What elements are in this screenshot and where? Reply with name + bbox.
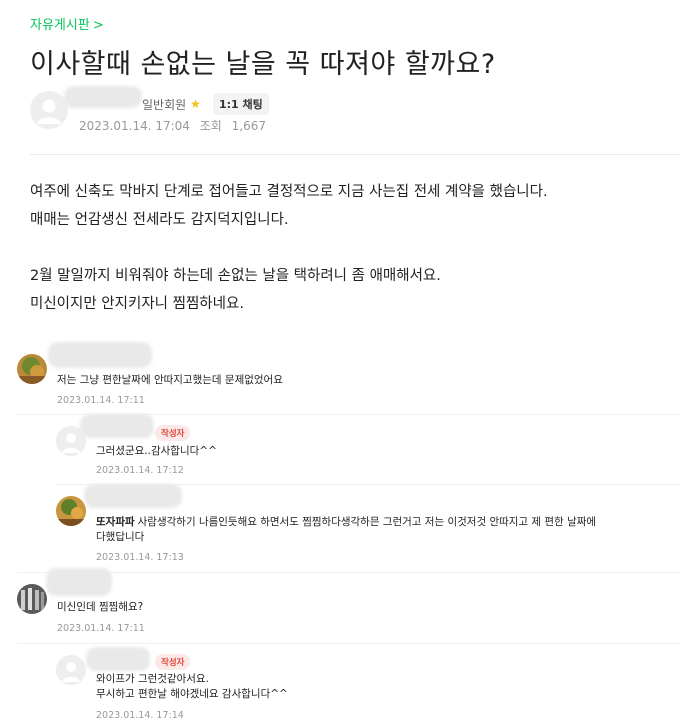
chevron-right-icon: > xyxy=(92,18,104,33)
author-badge: 작성자 xyxy=(155,654,191,670)
comment-date: 2023.01.14. 17:14 xyxy=(96,710,184,721)
body-line: 미신이지만 안지키자니 찜찜하네요. xyxy=(30,296,244,312)
redacted-nickname xyxy=(84,484,182,508)
views-count: 1,667 xyxy=(231,119,267,133)
comment-separator xyxy=(17,572,680,573)
post-body: 여주에 신축도 막바지 단계로 접어들고 결정적으로 지금 사는집 전세 계약을… xyxy=(30,178,548,318)
photo-avatar-icon xyxy=(17,354,47,384)
board-label: 자유게시판 xyxy=(30,18,90,33)
body-blank-line xyxy=(30,234,548,262)
author-grade: 일반회원 xyxy=(142,97,187,112)
header-divider xyxy=(30,154,680,155)
comment-date: 2023.01.14. 17:11 xyxy=(57,395,145,406)
author-row: 일반회원 ★ 1:1 채팅 xyxy=(142,93,269,115)
views-label: 조회 xyxy=(199,119,222,133)
board-link[interactable]: 자유게시판 > xyxy=(30,14,104,33)
photo-avatar-icon xyxy=(17,584,47,614)
commenter-nickname[interactable]: 또자파파 xyxy=(96,516,135,528)
comment-text-line: 다했답니다 xyxy=(96,531,145,543)
commenter-avatar[interactable] xyxy=(17,584,47,614)
comment-text: 와이프가 그런것같아서요. 무시하고 편한날 해야겠네요 감사합니다^^ xyxy=(96,672,288,702)
commenter-avatar[interactable] xyxy=(17,354,47,384)
author-badge: 작성자 xyxy=(155,425,191,441)
redacted-nickname xyxy=(48,342,152,368)
comment-separator xyxy=(17,643,680,644)
commenter-avatar[interactable] xyxy=(56,496,86,526)
author-avatar[interactable] xyxy=(30,91,68,129)
star-icon: ★ xyxy=(190,97,201,111)
default-avatar-icon xyxy=(30,91,68,129)
commenter-avatar[interactable] xyxy=(56,655,86,685)
body-line: 2월 말일까지 비워줘야 하는데 손없는 날을 택하려니 좀 애매해서요. xyxy=(30,268,441,284)
body-line: 여주에 신축도 막바지 단계로 접어들고 결정적으로 지금 사는집 전세 계약을… xyxy=(30,184,548,200)
post-date: 2023.01.14. 17:04 xyxy=(79,119,190,133)
comment-text-line: 사람생각하기 나름인듯해요 하면서도 찜찜하다생각하믄 그런거고 저는 이것저것… xyxy=(137,516,597,528)
redacted-nickname xyxy=(46,568,112,596)
redacted-author-nickname xyxy=(64,86,142,108)
comment-text: 미신인데 찜찜해요? xyxy=(57,601,144,613)
redacted-nickname xyxy=(80,414,154,438)
body-line: 매매는 언감생신 전세라도 감지덕지입니다. xyxy=(30,212,289,228)
comment-text: 또자파파 사람생각하기 나름인듯해요 하면서도 찜찜하다생각하믄 그런거고 저는 … xyxy=(96,515,676,545)
photo-avatar-icon xyxy=(56,496,86,526)
comment-text: 그러셨군요..감사합니다^^ xyxy=(96,445,217,457)
comment-date: 2023.01.14. 17:11 xyxy=(57,623,145,634)
comment-text-line: 와이프가 그런것같아서요. xyxy=(96,673,209,685)
comment-text-line: 무시하고 편한날 해야겠네요 감사합니다^^ xyxy=(96,688,288,700)
comment-text: 저는 그냥 편한날짜에 안따지고했는데 문제없었어요 xyxy=(57,374,283,386)
comment-date: 2023.01.14. 17:13 xyxy=(96,552,184,563)
chat-button[interactable]: 1:1 채팅 xyxy=(212,93,269,115)
default-avatar-icon xyxy=(56,655,86,685)
comment-date: 2023.01.14. 17:12 xyxy=(96,465,184,476)
redacted-nickname xyxy=(86,647,150,671)
post-meta: 2023.01.14. 17:04 조회 1,667 xyxy=(79,117,266,134)
post-title: 이사할때 손없는 날을 꼭 따져야 할까요? xyxy=(30,49,496,80)
